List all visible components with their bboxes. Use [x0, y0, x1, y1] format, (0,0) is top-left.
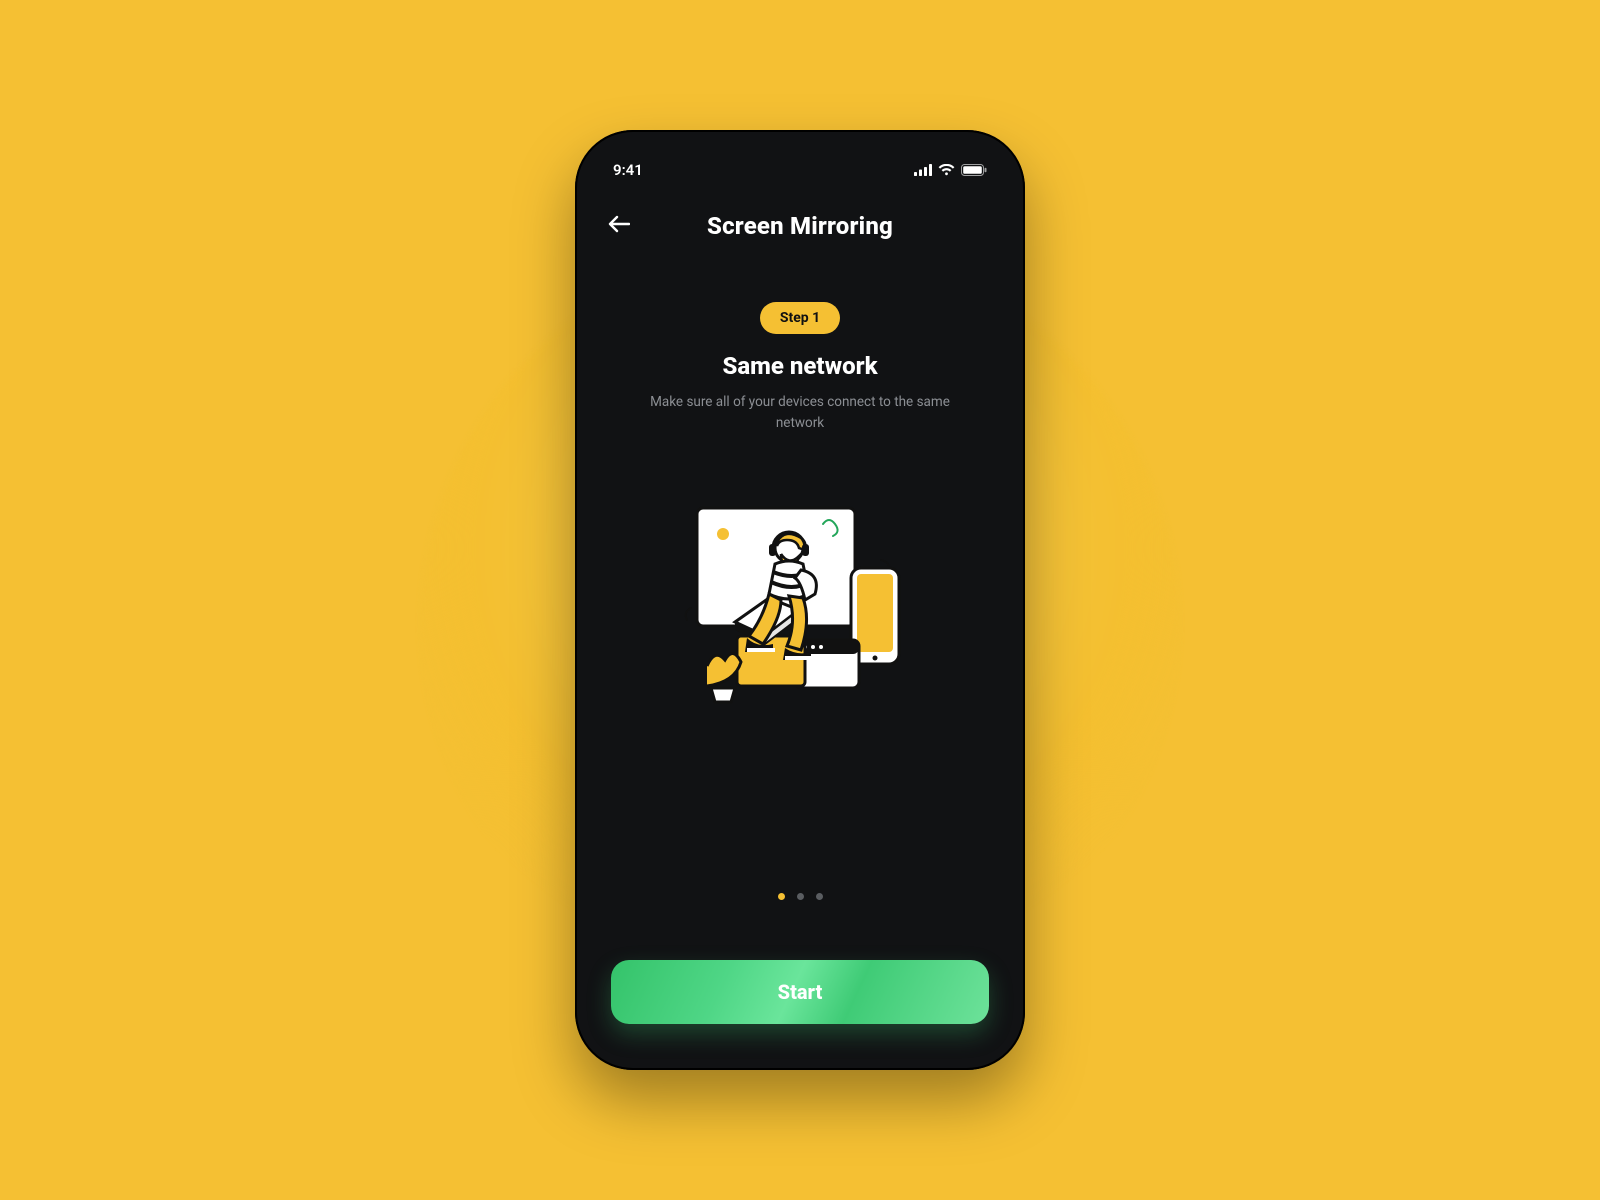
onboarding-content: Step 1 Same network Make sure all of you… — [599, 246, 1001, 1042]
status-indicators — [914, 164, 987, 176]
nav-header: Screen Mirroring — [599, 206, 1001, 246]
wifi-icon — [938, 164, 955, 176]
pagination-dots — [778, 893, 823, 908]
battery-full-icon — [961, 164, 987, 176]
pagination-dot-2[interactable] — [797, 893, 804, 900]
step-heading: Same network — [722, 352, 877, 380]
step-badge: Step 1 — [760, 302, 840, 334]
cellular-signal-icon — [914, 164, 932, 176]
pagination-dot-3[interactable] — [816, 893, 823, 900]
status-bar: 9:41 — [599, 152, 1001, 184]
arrow-left-icon — [608, 215, 630, 237]
start-button-label: Start — [778, 980, 823, 1004]
step-description: Make sure all of your devices connect to… — [640, 392, 960, 434]
pagination-dot-1[interactable] — [778, 893, 785, 900]
back-button[interactable] — [605, 212, 633, 240]
status-time: 9:41 — [613, 161, 643, 179]
cta-container: Start — [599, 960, 1001, 1024]
start-button[interactable]: Start — [611, 960, 989, 1024]
page-title: Screen Mirroring — [707, 212, 893, 240]
phone-frame: 9:41 — [575, 130, 1025, 1070]
person-with-laptop-devices-illustration — [675, 490, 925, 710]
